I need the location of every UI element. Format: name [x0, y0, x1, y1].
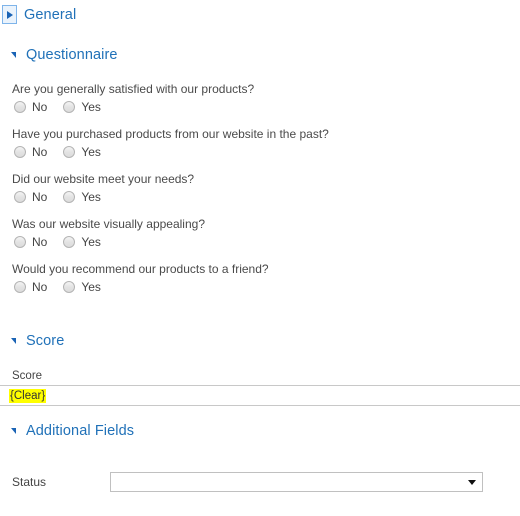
radio-option-yes[interactable]: Yes [63, 281, 101, 293]
triangle-down-icon [10, 51, 16, 58]
radio-label-yes: Yes [81, 145, 101, 159]
question-item: Have you purchased products from our web… [0, 127, 520, 158]
radio-label-no: No [32, 145, 48, 159]
question-text: Was our website visually appealing? [12, 217, 205, 231]
radio-option-no[interactable]: No [14, 146, 47, 158]
radio-group: No Yes [0, 101, 520, 113]
section-header-general[interactable]: General [2, 5, 76, 24]
radio-label-no: No [32, 235, 48, 249]
section-title-additional-fields: Additional Fields [26, 422, 135, 439]
radio-button-no[interactable] [14, 191, 26, 203]
section-title-score: Score [26, 332, 65, 349]
radio-option-yes[interactable]: Yes [63, 101, 101, 113]
radio-button-yes[interactable] [63, 101, 76, 113]
radio-group: No Yes [0, 236, 520, 248]
question-item: Are you generally satisfied with our pro… [0, 82, 520, 113]
radio-button-yes[interactable] [63, 191, 76, 203]
score-block: Score {Clear} [0, 370, 520, 406]
triangle-right-icon [6, 10, 13, 19]
radio-button-no[interactable] [14, 101, 26, 113]
radio-label-yes: Yes [81, 190, 101, 204]
radio-label-yes: Yes [81, 280, 101, 294]
section-title-general: General [24, 6, 77, 23]
triangle-down-icon [10, 427, 16, 434]
status-dropdown[interactable] [110, 472, 483, 492]
radio-label-no: No [32, 280, 48, 294]
collapse-toggle-questionnaire[interactable] [4, 45, 19, 64]
section-header-questionnaire[interactable]: Questionnaire [4, 45, 118, 64]
radio-button-yes[interactable] [63, 146, 76, 158]
radio-label-yes: Yes [81, 100, 101, 114]
radio-option-no[interactable]: No [14, 101, 47, 113]
radio-option-no[interactable]: No [14, 236, 47, 248]
question-text: Would you recommend our products to a fr… [12, 262, 269, 276]
question-text: Did our website meet your needs? [12, 172, 195, 186]
radio-option-no[interactable]: No [14, 191, 47, 203]
radio-option-yes[interactable]: Yes [63, 146, 101, 158]
collapse-toggle-additional-fields[interactable] [4, 421, 19, 440]
caret-down-icon[interactable] [468, 479, 476, 485]
radio-group: No Yes [0, 281, 520, 293]
score-field[interactable]: {Clear} [0, 385, 520, 406]
radio-option-no[interactable]: No [14, 281, 47, 293]
radio-button-yes[interactable] [63, 236, 76, 248]
questionnaire-body: Are you generally satisfied with our pro… [0, 82, 520, 307]
section-header-additional-fields[interactable]: Additional Fields [4, 421, 134, 440]
collapse-toggle-score[interactable] [4, 331, 19, 350]
radio-label-no: No [32, 100, 48, 114]
status-row: Status [0, 472, 520, 492]
triangle-down-icon [10, 337, 16, 344]
radio-button-yes[interactable] [63, 281, 76, 293]
question-item: Would you recommend our products to a fr… [0, 262, 520, 293]
section-title-questionnaire: Questionnaire [26, 46, 118, 63]
score-field-label: Score [12, 370, 43, 382]
question-text: Are you generally satisfied with our pro… [12, 82, 255, 96]
radio-group: No Yes [0, 191, 520, 203]
question-item: Was our website visually appealing? No Y… [0, 217, 520, 248]
radio-button-no[interactable] [14, 236, 26, 248]
expand-toggle-general[interactable] [2, 5, 17, 24]
radio-button-no[interactable] [14, 146, 26, 158]
question-item: Did our website meet your needs? No Yes [0, 172, 520, 203]
radio-label-no: No [32, 190, 48, 204]
section-header-score[interactable]: Score [4, 331, 64, 350]
radio-button-no[interactable] [14, 281, 26, 293]
radio-label-yes: Yes [81, 235, 101, 249]
question-text: Have you purchased products from our web… [12, 127, 329, 141]
clear-score-link[interactable]: {Clear} [9, 388, 47, 403]
radio-option-yes[interactable]: Yes [63, 236, 101, 248]
status-label: Status [12, 475, 47, 489]
radio-option-yes[interactable]: Yes [63, 191, 101, 203]
radio-group: No Yes [0, 146, 520, 158]
